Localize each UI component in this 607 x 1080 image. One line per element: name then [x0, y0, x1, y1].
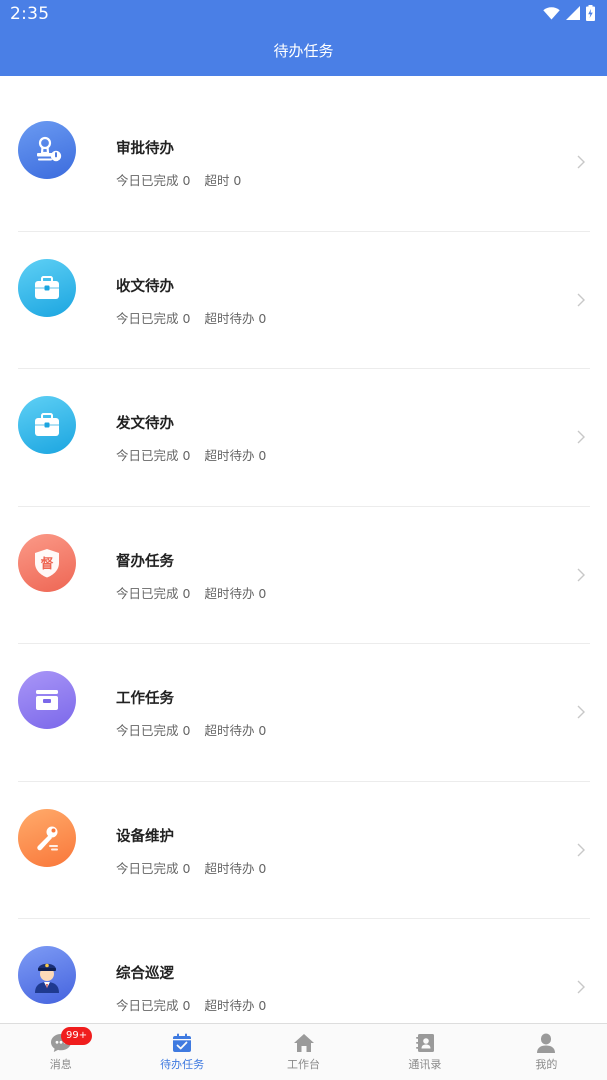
svg-text:督: 督: [40, 556, 53, 572]
page-title: 待办任务: [273, 42, 334, 60]
tab-contacts[interactable]: 通讯录: [364, 1024, 485, 1080]
task-stats: 今日已完成 0 超时待办 0: [116, 995, 266, 1014]
approval-icon-circle: [18, 121, 76, 179]
task-row-approval[interactable]: 审批待办 今日已完成 0 超时 0: [18, 94, 590, 232]
inbox-tray-icon: [36, 690, 58, 710]
tab-label: 我的: [535, 1058, 558, 1071]
completed-today: 今日已完成 0: [116, 723, 191, 738]
stamp-icon: [37, 136, 62, 162]
overdue-count: 超时待办 0: [204, 310, 267, 326]
shield-du-icon: 督: [35, 548, 59, 577]
task-title: 发文待办: [116, 416, 174, 432]
battery-charging-icon: [586, 5, 595, 21]
tab-label: 待办任务: [160, 1058, 205, 1071]
tab-profile[interactable]: 我的: [486, 1024, 607, 1080]
wrench-icon: [37, 826, 58, 850]
task-row-supervision[interactable]: 督 督办任务 今日已完成 0 超时待办 0: [18, 507, 590, 644]
task-stats: 今日已完成 0 超时待办 0: [116, 445, 266, 464]
signal-icon: [566, 6, 580, 20]
task-title: 工作任务: [116, 691, 174, 707]
overdue-count: 超时待办 0: [204, 998, 267, 1013]
task-stats: 今日已完成 0 超时待办 0: [116, 308, 266, 327]
overdue-count: 超时待办 0: [204, 585, 267, 601]
chevron-right-icon: [577, 293, 585, 306]
patrol-icon-circle: [18, 946, 76, 1004]
task-title: 设备维护: [116, 828, 174, 845]
completed-today: 今日已完成 0: [116, 448, 191, 463]
completed-today: 今日已完成 0: [116, 310, 191, 326]
top-bar: 2:35 待办任务: [0, 0, 607, 76]
tab-label: 消息: [49, 1058, 72, 1071]
outgoing-docs-icon-circle: [18, 396, 76, 454]
chevron-right-icon: [577, 430, 585, 444]
task-list: 审批待办 今日已完成 0 超时 0 收文待办 今日已完成 0 超时待办 0 发文…: [0, 94, 607, 1057]
task-title: 收文待办: [116, 278, 174, 295]
task-title: 审批待办: [116, 141, 174, 157]
bottom-nav: 99+ 消息 待办任务 工作台 通讯录 我的: [0, 1023, 607, 1080]
completed-today: 今日已完成 0: [116, 998, 191, 1013]
overdue-count: 超时待办 0: [204, 860, 267, 876]
chevron-right-icon: [577, 155, 585, 169]
police-officer-icon: [35, 963, 59, 993]
task-stats: 今日已完成 0 超时待办 0: [116, 858, 266, 877]
incoming-docs-icon-circle: [18, 258, 76, 317]
person-icon: [537, 1033, 556, 1053]
overdue-count: 超时待办 0: [204, 448, 267, 463]
completed-today: 今日已完成 0: [116, 585, 191, 601]
task-stats: 今日已完成 0 超时 0: [116, 170, 241, 189]
task-row-incoming-docs[interactable]: 收文待办 今日已完成 0 超时待办 0: [18, 232, 590, 369]
tab-pending-tasks[interactable]: 待办任务: [121, 1024, 242, 1080]
message-badge: 99+: [61, 1027, 93, 1045]
briefcase-icon: [35, 275, 59, 299]
home-icon: [293, 1034, 314, 1052]
status-icons: [543, 5, 595, 21]
calendar-check-icon: [173, 1033, 192, 1052]
tab-messages[interactable]: 99+ 消息: [0, 1024, 121, 1080]
chevron-right-icon: [577, 705, 585, 719]
equipment-icon-circle: [18, 808, 76, 867]
task-row-work[interactable]: 工作任务 今日已完成 0 超时待办 0: [18, 644, 590, 782]
completed-today: 今日已完成 0: [116, 173, 191, 188]
overdue-count: 超时待办 0: [204, 723, 267, 738]
task-stats: 今日已完成 0 超时待办 0: [116, 720, 266, 739]
app-root: 2:35 待办任务 审批待办 今日已完成 0 超时 0 收文待办 今日已完成 0…: [0, 0, 607, 1080]
chevron-right-icon: [577, 843, 585, 856]
supervision-icon-circle: 督: [18, 533, 76, 592]
task-stats: 今日已完成 0 超时待办 0: [116, 583, 266, 602]
briefcase-icon: [35, 413, 59, 436]
work-icon-circle: [18, 671, 76, 729]
task-row-outgoing-docs[interactable]: 发文待办 今日已完成 0 超时待办 0: [18, 369, 590, 507]
overdue-count: 超时 0: [204, 173, 242, 188]
task-title: 督办任务: [116, 553, 174, 570]
task-title: 综合巡逻: [116, 966, 174, 982]
contacts-book-icon: [415, 1034, 434, 1052]
wifi-icon: [543, 7, 560, 20]
tab-label: 通讯录: [408, 1058, 442, 1071]
completed-today: 今日已完成 0: [116, 860, 191, 876]
task-row-equipment[interactable]: 设备维护 今日已完成 0 超时待办 0: [18, 782, 590, 919]
tab-workbench[interactable]: 工作台: [243, 1024, 364, 1080]
chevron-right-icon: [577, 980, 585, 994]
chevron-right-icon: [577, 568, 585, 581]
tab-label: 工作台: [287, 1058, 321, 1071]
status-time: 2:35: [10, 4, 50, 24]
